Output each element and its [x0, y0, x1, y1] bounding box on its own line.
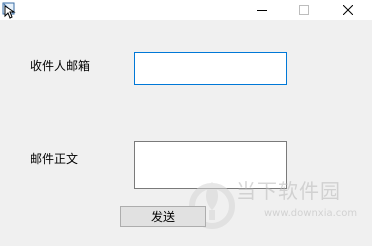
- watermark: 当下软件园 www.downxia.com: [186, 170, 372, 242]
- close-icon: [343, 5, 353, 15]
- minimize-icon: [257, 10, 267, 11]
- title-bar: [0, 0, 372, 20]
- maximize-button[interactable]: [286, 0, 322, 20]
- maximize-icon: [299, 5, 309, 15]
- watermark-text: 当下软件园: [236, 179, 341, 203]
- close-button[interactable]: [330, 0, 366, 20]
- watermark-url: www.downxia.com: [264, 208, 358, 219]
- email-body-label: 邮件正文: [30, 152, 79, 166]
- send-button[interactable]: 发送: [120, 206, 206, 227]
- recipient-email-label: 收件人邮箱: [30, 59, 91, 73]
- recipient-email-input[interactable]: [134, 52, 287, 85]
- app-icon: [1, 1, 19, 19]
- minimize-button[interactable]: [244, 0, 280, 20]
